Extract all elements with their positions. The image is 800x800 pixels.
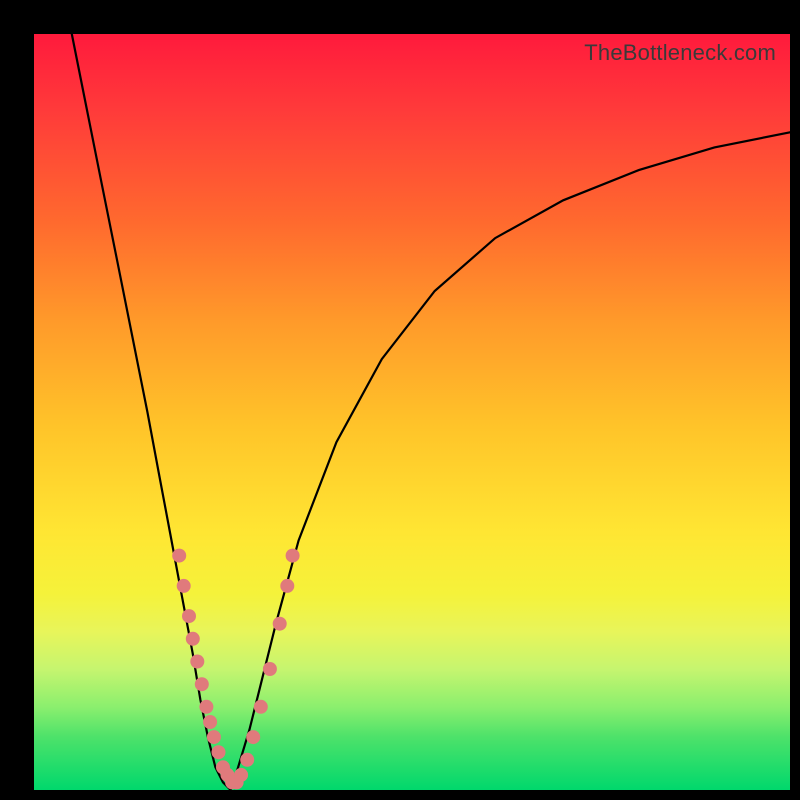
plot-area: TheBottleneck.com	[34, 34, 790, 790]
marker-dot	[199, 700, 213, 714]
marker-dot	[190, 655, 204, 669]
marker-dot	[273, 617, 287, 631]
curve-right	[231, 132, 790, 790]
marker-dot	[286, 549, 300, 563]
curve-left	[72, 34, 231, 790]
curve-layer	[34, 34, 790, 790]
marker-dot	[177, 579, 191, 593]
marker-dot	[212, 745, 226, 759]
marker-dot	[186, 632, 200, 646]
marker-group	[172, 549, 299, 790]
chart-frame: TheBottleneck.com	[0, 0, 800, 800]
marker-dot	[240, 753, 254, 767]
marker-dot	[280, 579, 294, 593]
marker-dot	[203, 715, 217, 729]
marker-dot	[195, 677, 209, 691]
marker-dot	[246, 730, 260, 744]
marker-dot	[172, 549, 186, 563]
marker-dot	[207, 730, 221, 744]
marker-dot	[263, 662, 277, 676]
marker-dot	[182, 609, 196, 623]
marker-dot	[234, 768, 248, 782]
marker-dot	[254, 700, 268, 714]
